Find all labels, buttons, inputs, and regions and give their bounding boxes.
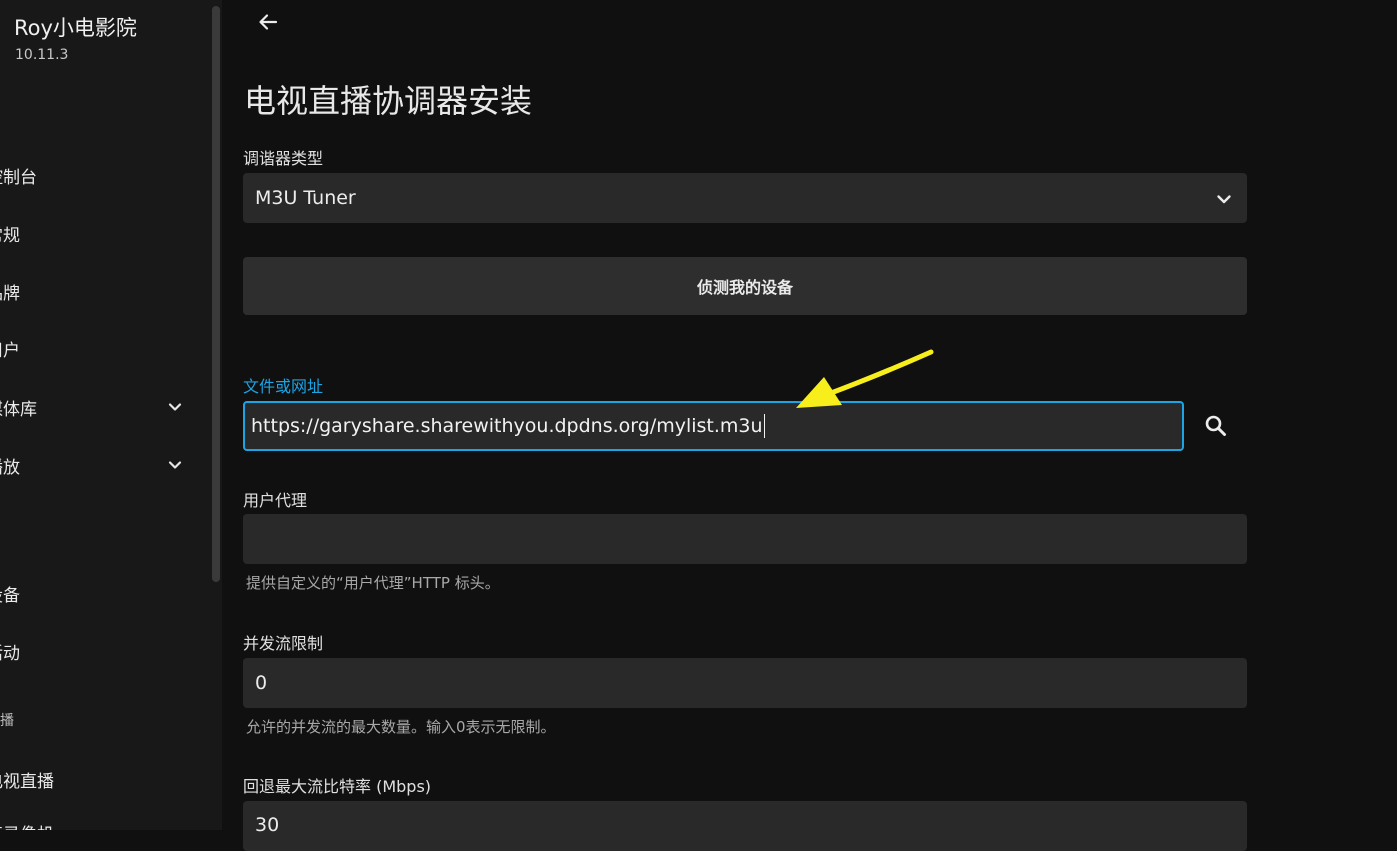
sidebar-item-label: 直录像机 — [0, 820, 54, 831]
file-url-label: 文件或网址 — [243, 377, 324, 396]
sidebar-item-dashboard[interactable]: 控制台 — [0, 155, 206, 195]
stream-limit-value: 0 — [255, 672, 268, 694]
stream-limit-label: 并发流限制 — [243, 634, 324, 653]
search-icon — [1205, 415, 1226, 436]
sidebar-item-label: 活动 — [0, 643, 20, 664]
file-url-value: https://garyshare.sharewithyou.dpdns.org… — [251, 415, 763, 437]
sidebar-item-users[interactable]: 用户 — [0, 328, 206, 368]
chevron-down-icon — [168, 461, 182, 469]
stream-limit-input[interactable]: 0 — [243, 658, 1247, 708]
sidebar-item-branding[interactable]: 品牌 — [0, 271, 206, 311]
chevron-down-icon — [1217, 195, 1231, 204]
sidebar-item-live-tv[interactable]: 电视直播 — [0, 759, 206, 799]
tuner-type-label: 调谐器类型 — [243, 149, 324, 168]
user-agent-label: 用户代理 — [243, 491, 308, 510]
fallback-bitrate-value: 30 — [255, 814, 280, 836]
fallback-bitrate-label: 回退最大流比特率 (Mbps) — [243, 777, 432, 796]
app-version: 10.11.3 — [15, 47, 69, 63]
sidebar-item-label: 电视直播 — [0, 771, 54, 792]
back-button[interactable] — [252, 6, 284, 38]
sidebar-item-label: 媒体库 — [0, 399, 37, 420]
tuner-type-select[interactable]: M3U Tuner — [243, 173, 1247, 223]
sidebar-item-label: 品牌 — [0, 283, 20, 304]
sidebar-item-devices[interactable]: 设备 — [0, 573, 206, 613]
sidebar-item-dvr[interactable]: 直录像机 — [0, 812, 206, 831]
text-caret — [763, 414, 766, 438]
sidebar-scrollbar[interactable] — [212, 6, 220, 582]
sidebar-item-playback[interactable]: 播放 — [0, 445, 206, 485]
detect-devices-button[interactable]: 侦测我的设备 — [243, 257, 1247, 315]
sidebar: Roy小电影院 10.11.3 控制台 常规 品牌 用户 媒体库 播放 设备 活… — [0, 0, 222, 830]
sidebar-item-activity[interactable]: 活动 — [0, 631, 206, 671]
user-agent-input[interactable] — [243, 514, 1247, 564]
app-title: Roy小电影院 — [14, 16, 137, 40]
sidebar-item-label: 用户 — [0, 340, 20, 361]
sidebar-item-label: 常规 — [0, 225, 20, 246]
sidebar-section-live: 直播 — [0, 713, 14, 729]
sidebar-item-label: 控制台 — [0, 167, 37, 188]
sidebar-item-general[interactable]: 常规 — [0, 213, 206, 253]
user-agent-help: 提供自定义的“用户代理”HTTP 标头。 — [246, 574, 500, 592]
arrow-left-icon — [259, 14, 278, 30]
fallback-bitrate-input[interactable]: 30 — [243, 801, 1247, 851]
stream-limit-help: 允许的并发流的最大数量。输入0表示无限制。 — [246, 718, 556, 736]
sidebar-item-libraries[interactable]: 媒体库 — [0, 387, 206, 427]
browse-search-button[interactable] — [1196, 406, 1236, 446]
sidebar-item-label: 设备 — [0, 585, 20, 606]
sidebar-item-label: 播放 — [0, 457, 20, 478]
file-url-input[interactable]: https://garyshare.sharewithyou.dpdns.org… — [243, 401, 1184, 451]
page-title: 电视直播协调器安装 — [244, 82, 533, 120]
tuner-type-value: M3U Tuner — [255, 187, 356, 209]
chevron-down-icon — [168, 403, 182, 411]
